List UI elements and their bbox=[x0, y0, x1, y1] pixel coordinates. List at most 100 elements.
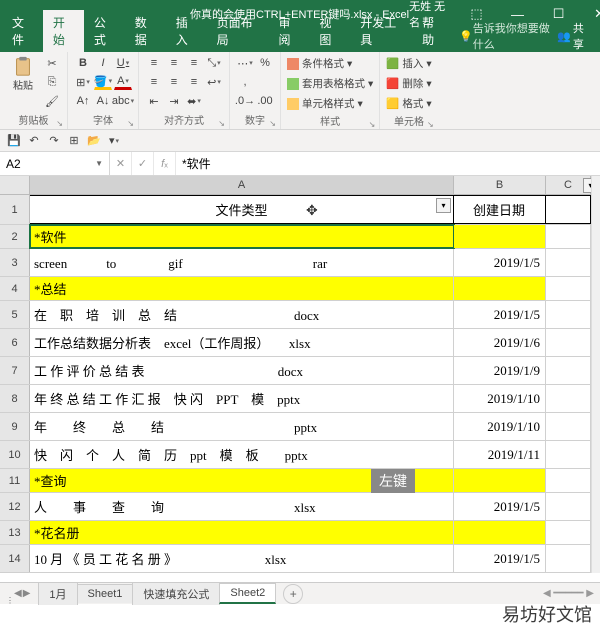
cell[interactable] bbox=[546, 195, 591, 224]
cell[interactable]: 2019/1/5 bbox=[454, 249, 546, 276]
qat-undo-icon[interactable]: ↶ bbox=[26, 133, 42, 149]
phonetic-button[interactable]: abc bbox=[114, 93, 132, 109]
vertical-scrollbar[interactable] bbox=[591, 176, 600, 573]
tab-review[interactable]: 审阅 bbox=[268, 10, 309, 52]
share-button[interactable]: 👥 共享 bbox=[557, 20, 590, 52]
font-grow-button[interactable]: A↑ bbox=[74, 93, 92, 109]
cell[interactable]: 人 事 查 询 xlsx bbox=[30, 493, 454, 520]
qat-open-icon[interactable]: 📂 bbox=[86, 133, 102, 149]
cell[interactable]: 2019/1/6 bbox=[454, 329, 546, 356]
cell[interactable] bbox=[546, 469, 591, 492]
cell[interactable] bbox=[546, 413, 591, 440]
percent-button[interactable]: % bbox=[256, 55, 274, 71]
row-header[interactable]: 6 bbox=[0, 329, 30, 356]
cell[interactable]: 年 终 总 结 pptx bbox=[30, 413, 454, 440]
increase-decimal-button[interactable]: .0→ bbox=[236, 93, 254, 109]
cell[interactable] bbox=[546, 385, 591, 412]
enter-formula-button[interactable]: ✓ bbox=[132, 152, 154, 175]
sheet-tab-2[interactable]: Sheet1 bbox=[77, 584, 134, 603]
cut-icon[interactable]: ✂ bbox=[43, 55, 61, 71]
wrap-text-button[interactable]: ↩ bbox=[205, 74, 223, 90]
row-header[interactable]: 7 bbox=[0, 357, 30, 384]
sheet-tab-4[interactable]: Sheet2 bbox=[219, 583, 276, 604]
filter-button[interactable]: ▾ bbox=[436, 198, 451, 213]
copy-icon[interactable]: ⎘ bbox=[43, 74, 61, 90]
cell[interactable] bbox=[454, 277, 546, 300]
cell[interactable]: screen to gif rar bbox=[30, 249, 454, 276]
delete-cells-button[interactable]: 🟥 删除 ▾ bbox=[386, 75, 431, 92]
font-shrink-button[interactable]: A↓ bbox=[94, 93, 112, 109]
tab-data[interactable]: 数据 bbox=[125, 10, 166, 52]
insert-cells-button[interactable]: 🟩 插入 ▾ bbox=[386, 55, 431, 72]
row-header[interactable]: 10 bbox=[0, 441, 30, 468]
cell[interactable]: *花名册 bbox=[30, 521, 454, 544]
row-header[interactable]: 8 bbox=[0, 385, 30, 412]
row-header[interactable]: 13 bbox=[0, 521, 30, 544]
cell[interactable]: 在 职 培 训 总 结 docx bbox=[30, 301, 454, 328]
cell[interactable]: 2019/1/5 bbox=[454, 301, 546, 328]
align-center-button[interactable]: ≡ bbox=[165, 74, 183, 90]
row-header[interactable]: 14 bbox=[0, 545, 30, 572]
row-header[interactable]: 1 bbox=[0, 195, 30, 224]
indent-increase-button[interactable]: ⇥ bbox=[165, 93, 183, 109]
tab-home[interactable]: 开始 bbox=[43, 10, 84, 52]
sheet-tab-3[interactable]: 快速填充公式 bbox=[132, 582, 220, 605]
cell[interactable]: 2019/1/10 bbox=[454, 385, 546, 412]
cell[interactable]: 年 终 总 结 工 作 汇 报 快 闪 PPT 模 pptx bbox=[30, 385, 454, 412]
font-color-button[interactable]: A bbox=[114, 74, 132, 90]
decrease-decimal-button[interactable]: .00 bbox=[256, 93, 274, 109]
row-header[interactable]: 11 bbox=[0, 469, 30, 492]
tab-developer[interactable]: 开发工具 bbox=[350, 10, 412, 52]
fill-color-button[interactable]: 🪣 bbox=[94, 74, 112, 90]
cell[interactable] bbox=[546, 441, 591, 468]
insert-function-button[interactable]: fₓ bbox=[154, 152, 176, 175]
cell[interactable]: 10 月 《 员 工 花 名 册 》 xlsx bbox=[30, 545, 454, 572]
table-format-button[interactable]: 套用表格格式 ▾ bbox=[287, 75, 373, 92]
cell[interactable] bbox=[546, 301, 591, 328]
cell[interactable] bbox=[546, 521, 591, 544]
cell[interactable] bbox=[546, 249, 591, 276]
sheet-nav-next-icon[interactable]: ▶ bbox=[23, 588, 31, 599]
tab-page-layout[interactable]: 页面布局 bbox=[207, 10, 269, 52]
align-right-button[interactable]: ≡ bbox=[185, 74, 203, 90]
cell-styles-button[interactable]: 单元格样式 ▾ bbox=[287, 95, 373, 112]
sheet-nav-prev-icon[interactable]: ◀ bbox=[14, 588, 22, 599]
tell-me[interactable]: 💡 告诉我你想要做什么 bbox=[459, 20, 557, 52]
cell[interactable] bbox=[546, 493, 591, 520]
cancel-formula-button[interactable]: ✕ bbox=[110, 152, 132, 175]
orientation-button[interactable]: ⤡ bbox=[205, 55, 223, 71]
cell[interactable]: 2019/1/10 bbox=[454, 413, 546, 440]
name-box[interactable]: A2 ▼ bbox=[0, 152, 110, 175]
add-sheet-button[interactable]: + bbox=[283, 584, 303, 604]
row-header[interactable]: 12 bbox=[0, 493, 30, 520]
row-header[interactable]: 3 bbox=[0, 249, 30, 276]
qat-save-icon[interactable]: 💾 bbox=[6, 133, 22, 149]
tab-view[interactable]: 视图 bbox=[309, 10, 350, 52]
align-top-button[interactable]: ≡ bbox=[145, 55, 163, 71]
cell[interactable]: 工 作 评 价 总 结 表 docx bbox=[30, 357, 454, 384]
horizontal-scrollbar[interactable]: ◀ ━━━━━ ▶ bbox=[543, 588, 594, 599]
cell[interactable] bbox=[454, 521, 546, 544]
align-bottom-button[interactable]: ≡ bbox=[185, 55, 203, 71]
cell[interactable]: 工作总结数据分析表 excel（工作周报） xlsx bbox=[30, 329, 454, 356]
header-cell-date[interactable]: 创建日期 ▾ bbox=[454, 195, 546, 224]
number-format-button[interactable]: ⋯ bbox=[236, 55, 254, 71]
cell[interactable]: *软件 bbox=[30, 225, 454, 248]
qat-new-icon[interactable]: ⊞ bbox=[66, 133, 82, 149]
row-header[interactable]: 9 bbox=[0, 413, 30, 440]
cell[interactable]: *总结 bbox=[30, 277, 454, 300]
underline-button[interactable]: U bbox=[114, 55, 132, 71]
cell[interactable]: 2019/1/5 bbox=[454, 545, 546, 572]
formula-input[interactable]: *软件 bbox=[176, 152, 600, 175]
bold-button[interactable]: B bbox=[74, 55, 92, 71]
border-button[interactable]: ⊞ bbox=[74, 74, 92, 90]
cell[interactable] bbox=[454, 225, 546, 248]
align-middle-button[interactable]: ≡ bbox=[165, 55, 183, 71]
column-header-b[interactable]: B bbox=[454, 176, 546, 195]
conditional-format-button[interactable]: 条件格式 ▾ bbox=[287, 55, 373, 72]
italic-button[interactable]: I bbox=[94, 55, 112, 71]
cell[interactable]: 2019/1/9 bbox=[454, 357, 546, 384]
tab-insert[interactable]: 插入 bbox=[166, 10, 207, 52]
qat-customize-icon[interactable]: ▾ bbox=[106, 133, 122, 149]
tab-formulas[interactable]: 公式 bbox=[84, 10, 125, 52]
